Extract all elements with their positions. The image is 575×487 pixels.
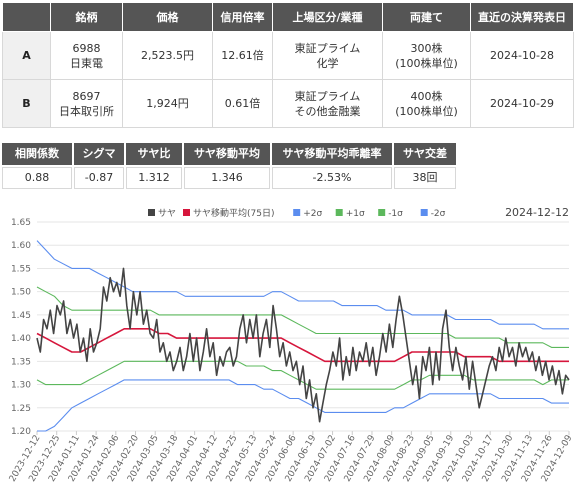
y-tick-label: 1.40 bbox=[11, 334, 31, 344]
header-blank bbox=[2, 2, 51, 32]
header-earnings-date: 直近の決算発表日 bbox=[470, 2, 574, 32]
position-cell: 400株 (100株単位) bbox=[382, 79, 471, 128]
moving-average-series bbox=[36, 328, 569, 363]
row-label: B bbox=[2, 79, 51, 128]
stock-name: 日本取引所 bbox=[59, 104, 114, 118]
chart-date: 2024-12-12 bbox=[505, 206, 569, 219]
stat-crosses: サヤ交差 38回 bbox=[394, 143, 456, 189]
stat-value: 1.312 bbox=[126, 167, 182, 189]
y-tick-label: 1.25 bbox=[11, 404, 31, 414]
legend-minus-2sigma-swatch bbox=[420, 209, 428, 216]
stat-value: -0.87 bbox=[74, 167, 124, 189]
y-tick-label: 1.30 bbox=[11, 381, 31, 391]
market-sector-cell: 東証プライム その他金融業 bbox=[272, 79, 383, 128]
stat-value: 0.88 bbox=[2, 167, 72, 189]
y-tick-label: 1.50 bbox=[11, 288, 31, 298]
margin-ratio-cell: 12.61倍 bbox=[212, 31, 273, 80]
stats-bar: 相関係数 0.88 シグマ -0.87 サヤ比 1.312 サヤ移動平均 1.3… bbox=[2, 143, 458, 189]
minus-2sigma-series bbox=[37, 379, 569, 432]
legend-moving-average-swatch bbox=[183, 209, 190, 216]
stat-value: 38回 bbox=[394, 167, 456, 189]
legend-minus-2sigma: -2σ bbox=[431, 209, 446, 219]
shares: 400株 bbox=[410, 89, 443, 103]
earnings-date-cell: 2024-10-28 bbox=[470, 31, 574, 80]
y-tick-label: 1.55 bbox=[11, 264, 31, 274]
spread-chart: 1.20 1.25 1.30 1.35 1.40 1.45 1.50 1.55 1.60 1.65… bbox=[8, 206, 575, 484]
stat-spread-ratio: サヤ比 1.312 bbox=[126, 143, 182, 189]
stat-value: -2.53% bbox=[272, 167, 392, 189]
stat-label: サヤ比 bbox=[126, 143, 182, 165]
table-row: A 6988 日東電 2,523.5円 12.61倍 東証プライム 化学 300株(… bbox=[2, 31, 574, 80]
legend-spread: サヤ bbox=[158, 208, 176, 219]
price-cell: 2,523.5円 bbox=[122, 31, 213, 80]
row-label: A bbox=[2, 31, 51, 80]
y-tick-label: 1.35 bbox=[11, 357, 31, 367]
legend-minus-1sigma: -1σ bbox=[388, 209, 403, 219]
stat-spread-ma: サヤ移動平均 1.346 bbox=[184, 143, 270, 189]
y-tick-label: 1.60 bbox=[11, 241, 31, 251]
table-row: B 8697 日本取引所 1,924円 0.61倍 東証プライム その他金融業 40… bbox=[2, 79, 574, 128]
legend-plus-2sigma-swatch bbox=[293, 209, 301, 216]
stat-label: サヤ移動平均 bbox=[184, 143, 270, 165]
legend-plus-2sigma: +2σ bbox=[303, 209, 322, 219]
header-price: 価格 bbox=[122, 2, 213, 32]
header-market-sector: 上場区分/業種 bbox=[272, 2, 383, 32]
position-cell: 300株 (100株単位) bbox=[382, 31, 471, 80]
sector: その他金融業 bbox=[294, 104, 361, 118]
margin-ratio-cell: 0.61倍 bbox=[212, 79, 273, 128]
stock-cell[interactable]: 8697 日本取引所 bbox=[50, 79, 123, 128]
stat-label: 相関係数 bbox=[2, 143, 72, 165]
unit: (100株単位) bbox=[395, 56, 458, 70]
legend-spread-swatch bbox=[148, 209, 155, 216]
stat-sigma: シグマ -0.87 bbox=[74, 143, 124, 189]
y-tick-label: 1.65 bbox=[11, 218, 31, 228]
header-position: 両建て bbox=[382, 2, 471, 32]
stat-label: サヤ移動平均乖離率 bbox=[272, 143, 392, 165]
stat-value: 1.346 bbox=[184, 167, 270, 189]
stock-name: 日東電 bbox=[70, 56, 103, 70]
shares: 300株 bbox=[410, 41, 443, 55]
stat-label: サヤ交差 bbox=[394, 143, 456, 165]
stock-code: 6988 bbox=[72, 41, 101, 55]
legend-plus-1sigma: +1σ bbox=[346, 209, 365, 219]
stat-label: シグマ bbox=[74, 143, 124, 165]
legend-plus-1sigma-swatch bbox=[335, 209, 343, 216]
header-stock: 銘柄 bbox=[50, 2, 123, 32]
unit: (100株単位) bbox=[395, 104, 458, 118]
stock-cell[interactable]: 6988 日東電 bbox=[50, 31, 123, 80]
market-sector-cell: 東証プライム 化学 bbox=[272, 31, 383, 80]
market: 東証プライム bbox=[294, 41, 361, 55]
stat-correlation: 相関係数 0.88 bbox=[2, 143, 72, 189]
stock-code: 8697 bbox=[72, 89, 101, 103]
header-margin-ratio: 信用倍率 bbox=[212, 2, 273, 32]
sector: 化学 bbox=[316, 56, 339, 70]
y-tick-label: 1.20 bbox=[11, 427, 31, 437]
price-cell: 1,924円 bbox=[122, 79, 213, 128]
y-tick-label: 1.45 bbox=[11, 311, 31, 321]
legend-minus-1sigma-swatch bbox=[378, 209, 386, 216]
earnings-date-cell: 2024-10-29 bbox=[470, 79, 574, 128]
market: 東証プライム bbox=[294, 89, 361, 103]
pair-info-table: 銘柄 価格 信用倍率 上場区分/業種 両建て 直近の決算発表日 A 6988 日東… bbox=[2, 2, 574, 128]
stat-ma-deviation: サヤ移動平均乖離率 -2.53% bbox=[272, 143, 392, 189]
legend-moving-average: サヤ移動平均(75日) bbox=[193, 207, 274, 219]
